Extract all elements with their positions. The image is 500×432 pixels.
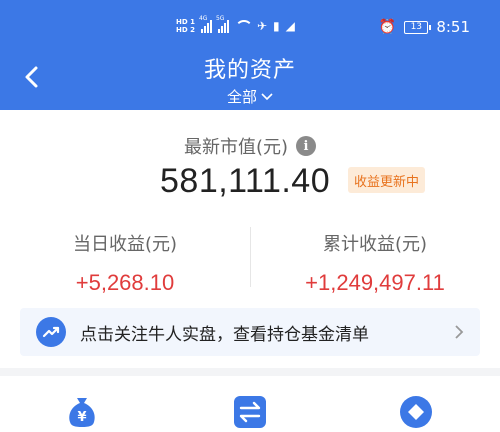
status-left: HD 1 HD 2 4G 5G ✈ ▮ ◢: [176, 15, 295, 36]
app-header: HD 1 HD 2 4G 5G ✈ ▮ ◢ ⏰ 13 8:51 我的资产 全部: [0, 0, 500, 110]
app-notification-icon: ◢: [285, 19, 295, 33]
chevron-down-icon: [261, 92, 273, 100]
chevron-right-icon: [455, 325, 464, 339]
promo-banner[interactable]: 点击关注牛人实盘，查看持仓基金清单: [20, 308, 480, 356]
hd-bottom-label: HD 2: [176, 26, 195, 34]
notification-icon: ▮: [273, 19, 280, 33]
market-value-header: 最新市值(元) i: [0, 133, 500, 159]
market-value: 581,111.40: [160, 162, 331, 200]
scope-dropdown[interactable]: 全部: [210, 86, 290, 107]
asset-summary: 最新市值(元) i 581,111.40 收益更新中 当日收益(元) +5,26…: [0, 110, 500, 432]
scope-label: 全部: [226, 88, 257, 106]
alarm-icon: ⏰: [378, 19, 397, 35]
trend-up-icon: [36, 317, 66, 347]
signal-icon: 5G: [216, 15, 229, 33]
status-badge: 收益更新中: [348, 167, 426, 193]
battery-level: 13: [410, 22, 423, 32]
nfc-icon: ✈: [256, 19, 268, 33]
info-icon[interactable]: i: [296, 136, 317, 156]
status-right: ⏰ 13 8:51: [379, 18, 470, 36]
total-profit-label: 累计收益(元): [322, 234, 428, 255]
market-value-label: 最新市值(元): [183, 137, 289, 158]
total-profit: 累计收益(元) +1,249,497.11: [250, 230, 500, 296]
diamond-circle-icon[interactable]: [398, 394, 434, 430]
money-bag-icon[interactable]: ¥: [64, 394, 100, 430]
daily-profit-label: 当日收益(元): [72, 234, 178, 255]
battery-icon: 13: [404, 20, 432, 34]
daily-profit: 当日收益(元) +5,268.10: [0, 230, 250, 296]
network-type-label: 4G: [198, 15, 208, 22]
section-divider: [0, 368, 500, 376]
network-type-label: 5G: [215, 15, 225, 22]
promo-text: 点击关注牛人实盘，查看持仓基金清单: [80, 324, 369, 345]
transfer-icon[interactable]: [232, 394, 268, 430]
clock: 8:51: [436, 18, 470, 36]
page-title: 我的资产: [203, 58, 296, 83]
total-profit-value: +1,249,497.11: [305, 270, 445, 295]
status-bar: HD 1 HD 2 4G 5G ✈ ▮ ◢ ⏰ 13 8:51: [0, 0, 500, 44]
svg-text:¥: ¥: [77, 410, 86, 425]
hd-top-label: HD 1: [176, 18, 195, 26]
signal-icon: 4G: [199, 15, 212, 33]
daily-profit-value: +5,268.10: [75, 270, 175, 295]
hd-indicator: HD 1 HD 2: [176, 18, 195, 34]
wifi-icon: [234, 20, 253, 32]
